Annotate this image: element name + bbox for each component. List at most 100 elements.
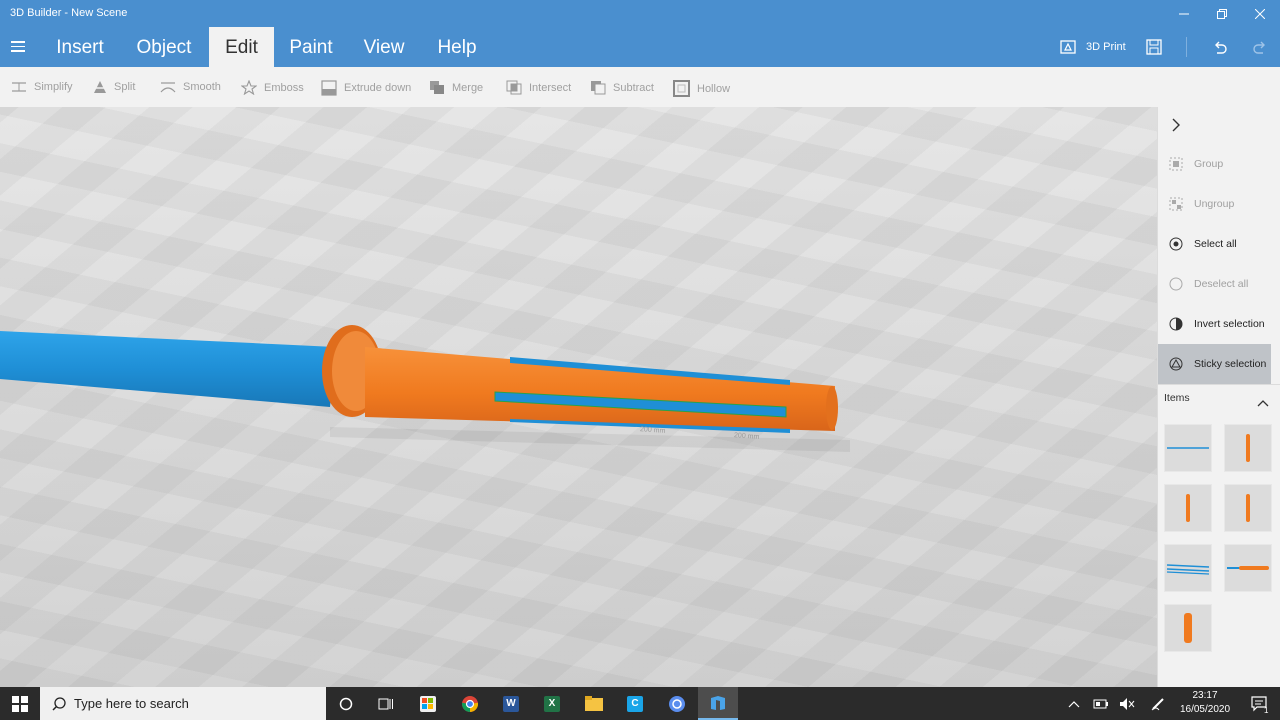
store-app[interactable] xyxy=(408,687,448,720)
browser-app[interactable] xyxy=(657,687,697,720)
merge-icon xyxy=(430,81,444,94)
tab-edit[interactable]: Edit xyxy=(209,27,274,67)
item-thumbnail[interactable] xyxy=(1224,544,1272,592)
chevron-up-icon xyxy=(1257,400,1269,407)
redo-icon xyxy=(1253,41,1265,54)
emboss-button[interactable]: Emboss xyxy=(241,80,304,95)
browser-icon xyxy=(669,695,685,712)
action-center-button[interactable]: 1 xyxy=(1240,687,1280,720)
cura-icon: C xyxy=(627,695,643,712)
smooth-button[interactable]: Smooth xyxy=(160,80,221,94)
scene-canvas xyxy=(0,325,850,452)
collapse-items-button[interactable] xyxy=(1257,394,1269,412)
menu-icon[interactable] xyxy=(11,41,25,55)
item-thumbnail[interactable] xyxy=(1224,484,1272,532)
deselect-all-icon xyxy=(1169,277,1183,291)
item-thumbnail[interactable] xyxy=(1164,544,1212,592)
tab-paint[interactable]: Paint xyxy=(280,27,342,67)
split-button[interactable]: Split xyxy=(93,80,135,94)
subtract-label: Subtract xyxy=(613,81,654,94)
simplify-icon xyxy=(12,82,26,92)
close-button[interactable] xyxy=(1241,0,1279,27)
sticky-selection-button[interactable]: Sticky selection xyxy=(1158,344,1271,384)
3d-builder-icon xyxy=(711,695,725,710)
ungroup-button[interactable]: Ungroup xyxy=(1158,184,1271,224)
select-all-button[interactable]: Select all xyxy=(1158,224,1271,264)
hollow-icon xyxy=(673,80,690,97)
undo-button[interactable] xyxy=(1212,39,1228,55)
excel-app[interactable]: X xyxy=(532,687,572,720)
merge-label: Merge xyxy=(452,81,484,94)
deselect-all-label: Deselect all xyxy=(1194,278,1249,290)
search-box[interactable]: Type here to search xyxy=(40,687,326,720)
split-icon xyxy=(93,81,107,93)
edit-toolbar: Simplify Split Smooth Emboss Extrude dow… xyxy=(0,67,1280,107)
store-icon xyxy=(420,695,436,712)
tab-object[interactable]: Object xyxy=(124,27,204,67)
extrude-down-button[interactable]: Extrude down xyxy=(321,80,411,96)
simplify-button[interactable]: Simplify xyxy=(11,80,73,94)
invert-selection-icon xyxy=(1169,317,1183,331)
word-app[interactable]: W xyxy=(491,687,531,720)
cura-app[interactable]: C xyxy=(615,687,655,720)
maximize-button[interactable] xyxy=(1203,0,1241,27)
group-button[interactable]: Group xyxy=(1158,144,1271,184)
item-thumbnail[interactable] xyxy=(1164,604,1212,652)
start-button[interactable] xyxy=(0,687,40,720)
ungroup-label: Ungroup xyxy=(1194,198,1235,210)
chevron-up-icon xyxy=(1068,700,1080,707)
restore-icon xyxy=(1217,8,1227,19)
redo-button[interactable] xyxy=(1252,39,1268,55)
items-heading: Items xyxy=(1164,392,1190,404)
tab-insert[interactable]: Insert xyxy=(44,27,116,67)
item-thumbnail[interactable] xyxy=(1164,484,1212,532)
ribbon-divider xyxy=(1186,37,1187,57)
intersect-icon xyxy=(506,80,522,95)
task-view-button[interactable] xyxy=(366,687,406,720)
notification-count: 1 xyxy=(1264,706,1269,715)
save-icon xyxy=(1146,39,1162,55)
deselect-all-button[interactable]: Deselect all xyxy=(1158,264,1271,304)
cortana-icon xyxy=(339,697,353,710)
3d-print-label: 3D Print xyxy=(1086,41,1126,53)
3d-builder-app[interactable] xyxy=(698,687,738,720)
tab-help[interactable]: Help xyxy=(426,27,488,67)
hollow-button[interactable]: Hollow xyxy=(673,80,730,97)
item-thumbnail[interactable] xyxy=(1224,424,1272,472)
split-label: Split xyxy=(114,81,136,93)
collapse-panel-button[interactable] xyxy=(1171,118,1181,137)
ribbon: Insert Object Edit Paint View Help 3D Pr… xyxy=(0,27,1280,67)
save-button[interactable] xyxy=(1146,39,1162,55)
task-view-icon xyxy=(378,698,393,709)
smooth-icon xyxy=(160,82,176,93)
search-icon xyxy=(52,696,66,711)
search-placeholder: Type here to search xyxy=(74,696,189,711)
merge-button[interactable]: Merge xyxy=(429,80,483,95)
invert-selection-button[interactable]: Invert selection xyxy=(1158,304,1271,344)
window-title: 3D Builder - New Scene xyxy=(10,7,128,19)
chevron-right-icon xyxy=(1172,118,1180,132)
sticky-selection-icon xyxy=(1169,357,1183,371)
clock[interactable]: 23:17 16/05/2020 xyxy=(1170,689,1240,717)
cortana-button[interactable] xyxy=(326,687,366,720)
group-label: Group xyxy=(1194,158,1224,170)
file-explorer-app[interactable] xyxy=(574,687,614,720)
simplify-label: Simplify xyxy=(34,81,73,93)
3d-print-button[interactable]: 3D Print xyxy=(1060,39,1126,55)
star-icon xyxy=(241,80,257,95)
minimize-button[interactable] xyxy=(1165,0,1203,27)
chrome-app[interactable] xyxy=(450,687,490,720)
item-thumbnail[interactable] xyxy=(1164,424,1212,472)
select-all-icon xyxy=(1169,237,1183,251)
sticky-selection-label: Sticky selection xyxy=(1194,358,1267,370)
title-bar: 3D Builder - New Scene xyxy=(0,0,1280,27)
3d-viewport[interactable]: 200 mm 200 mm xyxy=(0,107,1157,687)
intersect-button[interactable]: Intersect xyxy=(506,80,571,95)
extrude-down-label: Extrude down xyxy=(344,82,412,94)
subtract-button[interactable]: Subtract xyxy=(590,80,654,95)
undo-icon xyxy=(1215,41,1227,54)
tab-view[interactable]: View xyxy=(352,27,416,67)
taskbar: Type here to search W X C 23:17 16/05/20… xyxy=(0,687,1280,720)
pen-icon xyxy=(1151,697,1164,710)
close-icon xyxy=(1255,8,1265,19)
